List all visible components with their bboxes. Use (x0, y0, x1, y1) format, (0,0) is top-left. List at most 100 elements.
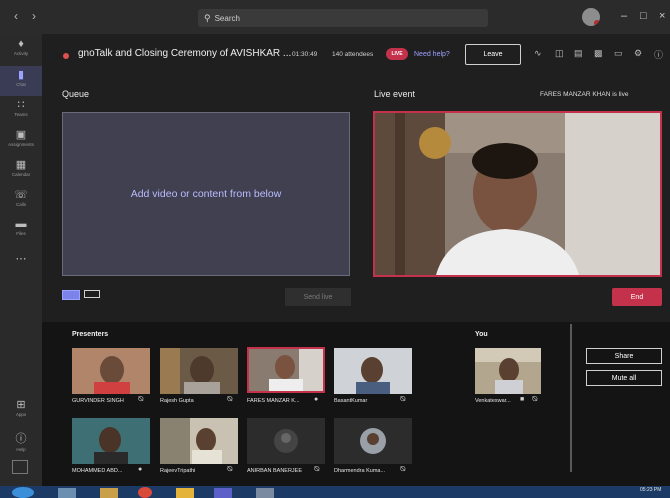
taskbar-app-icon[interactable] (256, 488, 274, 498)
chrome-icon[interactable] (138, 487, 152, 498)
taskbar-app-icon[interactable] (100, 488, 118, 498)
status-dot (594, 20, 600, 26)
layout-single-button[interactable] (62, 290, 80, 300)
calendar-icon: ▦ (15, 159, 27, 171)
presenter-video (160, 418, 238, 464)
presenter-tile[interactable] (160, 348, 238, 394)
presenter-tile-selected[interactable] (247, 347, 325, 393)
live-video (373, 111, 662, 277)
mic-off-icon[interactable]: ⦰ (532, 396, 538, 404)
calls-icon: ☏ (14, 189, 28, 201)
presenter-name: Dharmendra Kuma... (334, 468, 386, 474)
start-button-icon[interactable] (12, 487, 34, 498)
meeting-title: gnoTalk and Closing Ceremony of AVISHKAR… (78, 48, 292, 59)
send-live-button[interactable]: Send live (285, 288, 351, 306)
mic-off-icon: ⦰ (400, 466, 406, 473)
self-video (475, 348, 541, 394)
taskbar-app-icon[interactable] (58, 488, 76, 498)
presenter-name: FARES MANZAR K... (247, 398, 300, 404)
presenter-name: ANIRBAN BANERJEE (247, 468, 303, 474)
layout-split-button[interactable] (84, 290, 100, 298)
presenter-video (334, 348, 412, 394)
info-icon[interactable]: ⓘ (654, 48, 663, 61)
rail-item-chat[interactable]: ▮ Chat (0, 66, 42, 96)
camera-icon[interactable]: ■ (520, 396, 524, 403)
health-icon[interactable]: ∿ (534, 48, 542, 59)
chat-icon: ▮ (17, 69, 25, 81)
rail-item-teams[interactable]: ∷ Teams (0, 96, 42, 126)
back-arrow-icon[interactable]: ‹ (14, 9, 18, 23)
leave-button[interactable]: Leave (465, 44, 521, 65)
search-placeholder: Search (214, 13, 240, 23)
attendee-count: 140 attendees (332, 51, 374, 58)
close-icon[interactable]: × (659, 10, 665, 22)
maximize-icon[interactable]: □ (640, 10, 647, 22)
apps-icon: ⊞ (16, 399, 26, 411)
settings-icon[interactable]: ⚙ (634, 48, 642, 59)
files-icon: ▬ (15, 218, 27, 230)
live-event-heading: Live event (374, 89, 416, 99)
chat-icon[interactable]: ▭ (614, 48, 623, 59)
more-apps-icon[interactable]: ⋯ (0, 250, 42, 280)
bell-icon: ♦ (18, 38, 24, 50)
share-button[interactable]: Share (586, 348, 662, 364)
queue-placeholder: Add video or content from below (130, 188, 282, 200)
folder-icon[interactable] (176, 488, 194, 498)
participants-icon[interactable]: ◫ (555, 48, 564, 59)
live-video-image (375, 113, 660, 275)
notes-icon[interactable]: ▤ (574, 48, 583, 59)
mic-on-icon: ● (138, 466, 143, 473)
search-input[interactable]: ⚲ Search (198, 9, 488, 27)
rail-item-calendar[interactable]: ▦ Calendar (0, 156, 42, 186)
mic-off-icon: ⦰ (314, 466, 320, 473)
presenter-name: MOHAMMED ABD... (72, 468, 123, 474)
live-badge: LIVE (386, 48, 408, 60)
help-link[interactable]: Need help? (414, 51, 450, 58)
presenter-video (72, 418, 150, 464)
presenter-avatar (334, 418, 412, 464)
assignments-icon: ▣ (15, 129, 27, 141)
mic-off-icon: ⦰ (400, 396, 406, 403)
recording-icon (63, 53, 69, 59)
clock: 05:23 PM (640, 487, 662, 493)
help-icon: ⓘ (15, 433, 27, 445)
presenter-name: Rajesh Gupta (160, 398, 194, 404)
presenter-tile[interactable] (160, 418, 238, 464)
rail-item-files[interactable]: ▬ Files (0, 216, 42, 246)
mute-all-button[interactable]: Mute all (586, 370, 662, 386)
queue-drop-area[interactable]: Add video or content from below (62, 112, 350, 276)
presenter-video (249, 349, 323, 391)
presenter-tile[interactable] (72, 348, 150, 394)
presenters-heading: Presenters (72, 331, 109, 338)
presenter-tile[interactable] (334, 418, 412, 464)
avatar[interactable] (582, 8, 600, 26)
rail-item-apps[interactable]: ⊞ Apps (0, 396, 42, 426)
presenter-name: GURVINDER SINGH (72, 398, 124, 404)
presenter-name: BasantKumar (334, 398, 368, 404)
rail-item-calls[interactable]: ☏ Calls (0, 186, 42, 216)
presenter-tile[interactable] (247, 418, 325, 464)
rail-item-assignments[interactable]: ▣ Assignments (0, 126, 42, 156)
device-icon[interactable] (12, 460, 28, 474)
elapsed-time: 01:30:49 (292, 51, 318, 58)
presenter-video (160, 348, 238, 394)
qa-icon[interactable]: ▩ (594, 48, 603, 59)
teams-icon: ∷ (17, 99, 25, 111)
left-rail: ♦ Activity ▮ Chat ∷ Teams ▣ Assignments … (0, 34, 42, 498)
search-icon: ⚲ (204, 12, 211, 23)
presenter-tile[interactable] (334, 348, 412, 394)
rail-item-activity[interactable]: ♦ Activity (0, 36, 42, 66)
self-name: Venkateswar... (475, 398, 511, 404)
self-video-tile[interactable] (475, 348, 541, 394)
minimize-icon[interactable]: – (621, 10, 627, 22)
mic-on-icon: ● (314, 396, 319, 403)
teams-taskbar-icon[interactable] (214, 488, 232, 498)
presenter-tile[interactable] (72, 418, 150, 464)
presenter-video (72, 348, 150, 394)
rail-item-help[interactable]: ⓘ Help (0, 428, 42, 458)
queue-heading: Queue (62, 89, 90, 99)
end-button[interactable]: End (612, 288, 662, 306)
you-heading: You (475, 331, 488, 338)
forward-arrow-icon[interactable]: › (32, 9, 36, 23)
mic-off-icon: ⦰ (227, 396, 233, 403)
